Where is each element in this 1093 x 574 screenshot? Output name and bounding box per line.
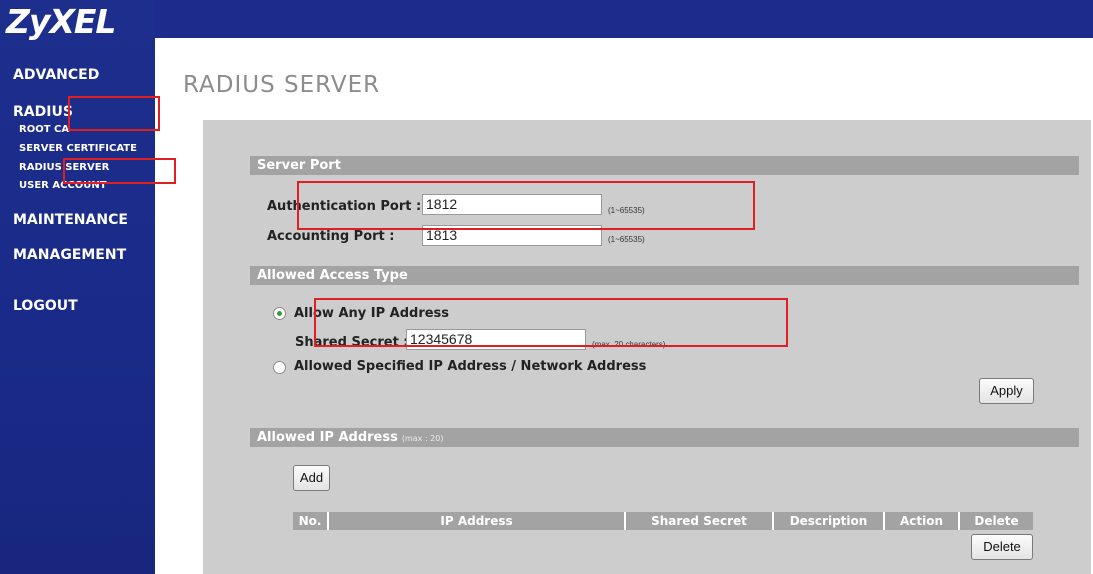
col-no: No. [293, 512, 329, 530]
section-allowed-ip-address: Allowed IP Address (max : 20) [250, 428, 1079, 447]
allowed-ip-section-title: Allowed IP Address [257, 430, 398, 445]
radio-allowed-specified-ip[interactable] [273, 361, 286, 374]
nav-maintenance[interactable]: MAINTENANCE [13, 212, 128, 228]
col-delete: Delete [960, 512, 1033, 530]
highlight-auth-port [297, 181, 755, 230]
highlight-allow-any-ip [314, 298, 788, 347]
section-server-port: Server Port [250, 156, 1079, 175]
allowed-specified-ip-label: Allowed Specified IP Address / Network A… [294, 359, 647, 374]
acct-port-label: Accounting Port : [267, 229, 395, 244]
allowed-ip-table-header: No. IP Address Shared Secret Description… [293, 512, 1033, 530]
acct-port-hint: (1~65535) [608, 235, 645, 244]
col-shared-secret: Shared Secret [626, 512, 774, 530]
radio-allow-any-ip[interactable] [273, 307, 286, 320]
top-header-bar [155, 0, 1093, 38]
nav-advanced[interactable]: ADVANCED [13, 67, 99, 83]
col-action: Action [885, 512, 960, 530]
nav-root-ca[interactable]: ROOT CA [19, 124, 69, 135]
col-description: Description [774, 512, 885, 530]
section-allowed-access-type: Allowed Access Type [250, 266, 1079, 285]
delete-button[interactable]: Delete [971, 534, 1033, 560]
highlight-radius [68, 96, 160, 131]
col-ip-address: IP Address [329, 512, 626, 530]
highlight-radius-server [63, 158, 176, 184]
nav-logout[interactable]: LOGOUT [13, 298, 78, 314]
add-button[interactable]: Add [293, 465, 330, 491]
allowed-ip-max-note: (max : 20) [401, 434, 444, 443]
apply-button[interactable]: Apply [979, 378, 1034, 404]
page-title: RADIUS SERVER [183, 72, 381, 98]
zyxel-logo: ZyXEL [6, 2, 116, 41]
sidebar: ZyXEL ADVANCED RADIUS ROOT CA SERVER CER… [0, 0, 155, 574]
nav-management[interactable]: MANAGEMENT [13, 247, 126, 263]
nav-radius[interactable]: RADIUS [13, 104, 73, 120]
nav-server-certificate[interactable]: SERVER CERTIFICATE [19, 143, 137, 154]
